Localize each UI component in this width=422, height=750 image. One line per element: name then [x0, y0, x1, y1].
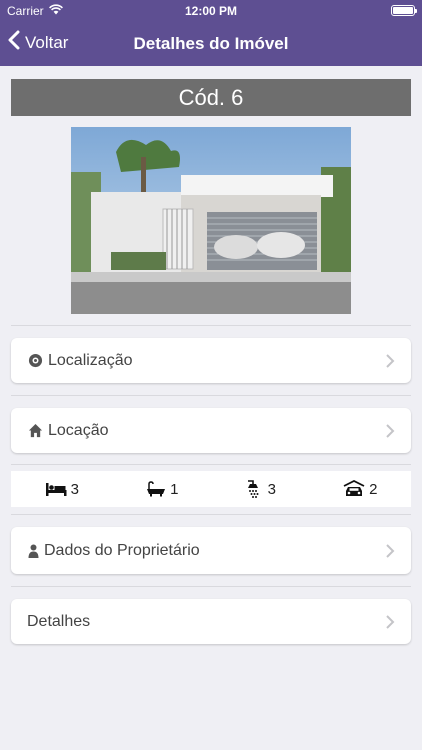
- bathtubs-stat: 1: [146, 481, 178, 498]
- location-row[interactable]: Localização: [11, 338, 411, 383]
- shower-icon: [246, 479, 264, 499]
- details-label: Detalhes: [27, 612, 91, 630]
- bathtubs-count: 1: [170, 480, 179, 498]
- app-header: Carrier 12:00 PM Voltar Detalhes do Imóv…: [0, 0, 422, 66]
- bed-icon: [45, 482, 67, 496]
- page-title: Detalhes do Imóvel: [133, 34, 289, 53]
- chevron-right-icon: [385, 614, 395, 629]
- rental-label: Locação: [48, 421, 109, 439]
- home-icon: [27, 423, 43, 439]
- battery-icon: [391, 5, 417, 16]
- bedrooms-count: 3: [70, 480, 79, 498]
- chevron-right-icon: [385, 543, 395, 558]
- car-icon: [343, 480, 365, 498]
- rental-row[interactable]: Locação: [11, 408, 411, 453]
- navigation-bar: Voltar Detalhes do Imóvel: [0, 22, 422, 66]
- showers-count: 3: [267, 480, 276, 498]
- target-icon: [27, 353, 43, 369]
- person-icon: [27, 543, 39, 559]
- details-row[interactable]: Detalhes: [11, 599, 411, 644]
- property-code: Cód. 6: [11, 79, 411, 116]
- property-stats: 3 1 3 2: [11, 471, 411, 507]
- bathtub-icon: [146, 481, 166, 497]
- chevron-right-icon: [385, 423, 395, 438]
- owner-label: Dados do Proprietário: [44, 541, 200, 559]
- divider: [11, 464, 411, 465]
- garage-stat: 2: [343, 480, 377, 498]
- bedrooms-stat: 3: [45, 481, 79, 498]
- divider: [11, 395, 411, 396]
- status-bar: Carrier 12:00 PM: [0, 0, 422, 22]
- owner-row[interactable]: Dados do Proprietário: [11, 527, 411, 574]
- divider: [11, 586, 411, 587]
- property-photo[interactable]: [71, 127, 351, 314]
- status-time: 12:00 PM: [184, 4, 238, 18]
- divider: [11, 325, 411, 326]
- garage-count: 2: [369, 480, 378, 498]
- showers-stat: 3: [246, 479, 276, 499]
- divider: [11, 514, 411, 515]
- chevron-right-icon: [385, 353, 395, 368]
- location-label: Localização: [48, 351, 133, 369]
